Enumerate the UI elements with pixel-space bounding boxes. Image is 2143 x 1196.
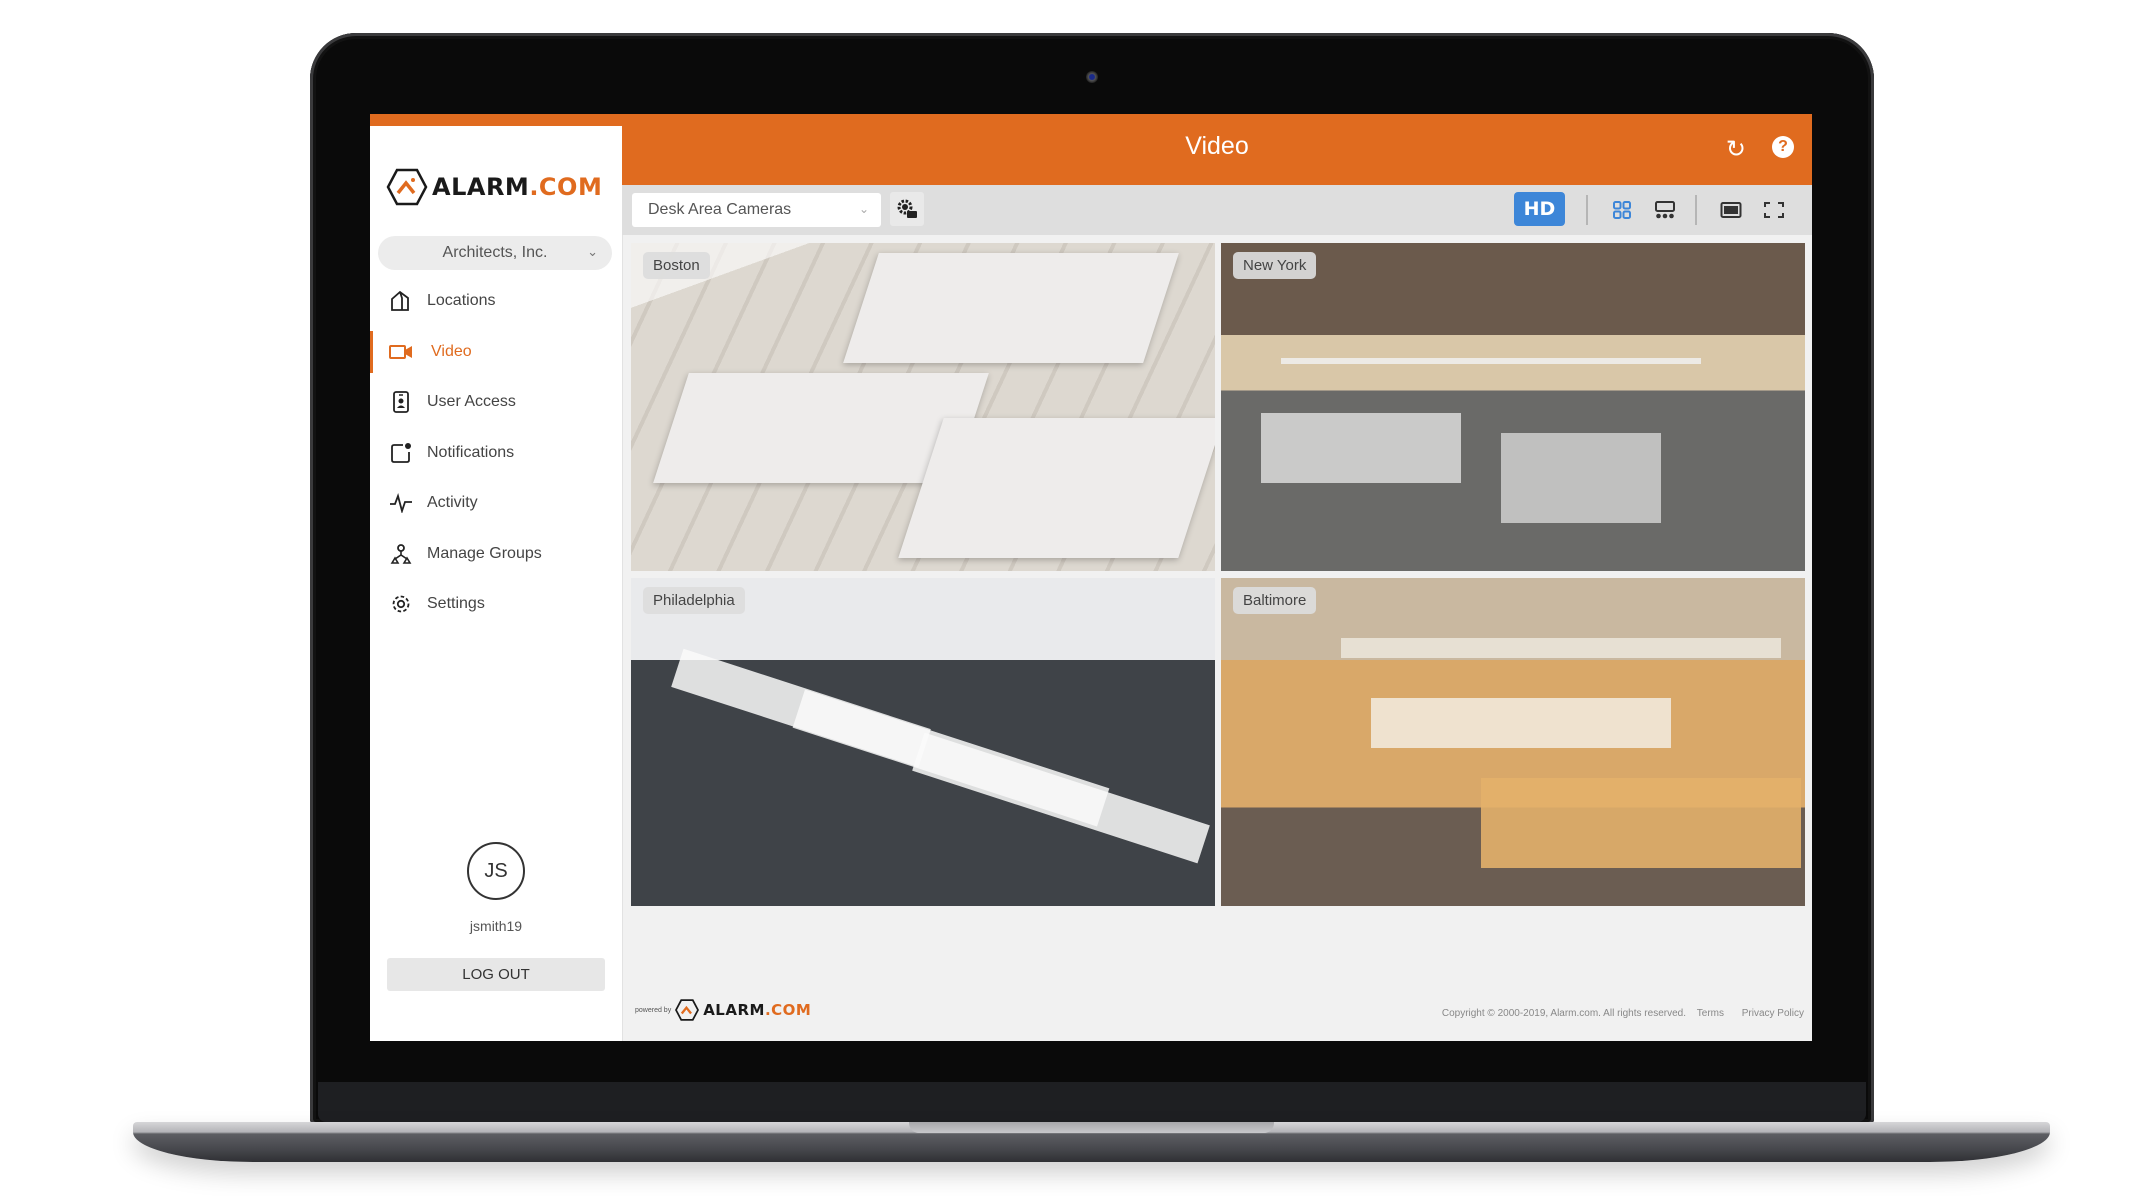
id-badge-icon <box>389 390 413 414</box>
powered-by-text: powered by <box>635 1006 672 1014</box>
sidebar-item-label: Notifications <box>427 443 515 461</box>
toolbar-divider <box>1586 195 1588 225</box>
app-screen: ALARM.COM Architects, Inc. ⌄ Locations V… <box>370 114 1812 1041</box>
single-view-icon <box>1720 202 1742 218</box>
house-icon <box>389 289 413 313</box>
video-toolbar: Desk Area Cameras ⌄ HD <box>622 185 1812 235</box>
alarm-logo-text: ALARM.COM <box>703 1001 812 1019</box>
fullscreen-button[interactable] <box>1759 195 1789 225</box>
camera-group-select[interactable]: Desk Area Cameras ⌄ <box>632 193 881 227</box>
video-camera-icon <box>389 340 413 364</box>
camera-group-select-value: Desk Area Cameras <box>648 201 792 218</box>
pulse-icon <box>389 491 413 515</box>
organization-select[interactable]: Architects, Inc. ⌄ <box>378 236 612 270</box>
camera-label: New York <box>1233 252 1317 279</box>
fullscreen-icon <box>1764 202 1784 218</box>
page-title: Video <box>1185 132 1249 160</box>
gear-icon <box>389 592 413 616</box>
notification-icon <box>389 441 413 465</box>
camera-feed-philadelphia[interactable]: Philadelphia <box>631 578 1215 906</box>
alarm-logo-text: ALARM.COM <box>432 173 603 201</box>
sidebar-item-user-access[interactable]: User Access <box>370 377 622 428</box>
grid-1plus3-icon <box>1655 201 1675 219</box>
hierarchy-icon <box>389 542 413 566</box>
sidebar-item-label: Video <box>431 342 472 360</box>
layout-1plus3-button[interactable] <box>1650 195 1680 225</box>
user-avatar[interactable]: JS <box>467 842 525 900</box>
camera-feed-new-york[interactable]: New York <box>1221 243 1805 571</box>
copyright-text: Copyright © 2000-2019, Alarm.com. All ri… <box>1441 1008 1686 1019</box>
camera-image <box>1221 578 1805 906</box>
sidebar-item-activity[interactable]: Activity <box>370 478 622 529</box>
logout-button[interactable]: LOG OUT <box>387 958 605 991</box>
camera-label: Philadelphia <box>643 587 745 614</box>
sidebar-item-label: Locations <box>427 292 496 310</box>
sidebar-item-video[interactable]: Video <box>370 327 622 378</box>
sidebar-item-manage-groups[interactable]: Manage Groups <box>370 529 622 580</box>
camera-image <box>1221 243 1805 571</box>
sidebar-item-settings[interactable]: Settings <box>370 579 622 630</box>
gear-folder-icon <box>897 199 917 218</box>
camera-image <box>631 578 1215 906</box>
laptop-bezel <box>318 1082 1866 1122</box>
sidebar-nav: Locations Video User Access Notification… <box>370 276 622 630</box>
terms-link[interactable]: Terms <box>1697 1008 1724 1019</box>
camera-label: Boston <box>643 252 710 279</box>
group-settings-button[interactable] <box>890 192 924 226</box>
refresh-icon[interactable]: ↻ <box>1726 135 1746 164</box>
alarm-logo[interactable]: ALARM.COM <box>386 168 602 206</box>
sidebar-item-locations[interactable]: Locations <box>370 276 622 327</box>
sidebar-item-label: Settings <box>427 595 485 613</box>
chevron-down-icon: ⌄ <box>858 202 869 216</box>
powered-by-logo: powered by ALARM.COM <box>635 999 811 1021</box>
username: jsmith19 <box>469 918 523 934</box>
organization-select-value: Architects, Inc. <box>442 244 548 261</box>
page-header: Video ↻ ? <box>622 114 1812 185</box>
sidebar-item-label: Activity <box>427 494 478 512</box>
camera-grid: Boston New York Philadelphia Baltimore <box>631 243 1805 906</box>
layout-grid-2x2-button[interactable] <box>1607 195 1637 225</box>
toolbar-divider <box>1695 195 1697 225</box>
camera-feed-boston[interactable]: Boston <box>631 243 1215 571</box>
sidebar-item-label: Manage Groups <box>427 544 542 562</box>
alarm-logo-icon <box>675 999 700 1021</box>
privacy-policy-link[interactable]: Privacy Policy <box>1742 1008 1804 1019</box>
webcam-icon <box>1086 71 1098 83</box>
camera-image <box>631 243 1215 571</box>
single-view-button[interactable] <box>1716 195 1746 225</box>
help-icon[interactable]: ? <box>1772 136 1794 158</box>
camera-feed-baltimore[interactable]: Baltimore <box>1221 578 1805 906</box>
sidebar-item-label: User Access <box>427 393 516 411</box>
chevron-down-icon: ⌄ <box>587 244 598 259</box>
sidebar-item-notifications[interactable]: Notifications <box>370 428 622 479</box>
grid-2x2-icon <box>1613 201 1631 219</box>
laptop-hinge-notch <box>909 1122 1274 1133</box>
sidebar: ALARM.COM Architects, Inc. ⌄ Locations V… <box>370 126 623 1041</box>
alarm-logo-icon <box>386 168 428 206</box>
hd-toggle-button[interactable]: HD <box>1514 192 1565 226</box>
camera-label: Baltimore <box>1233 587 1317 614</box>
